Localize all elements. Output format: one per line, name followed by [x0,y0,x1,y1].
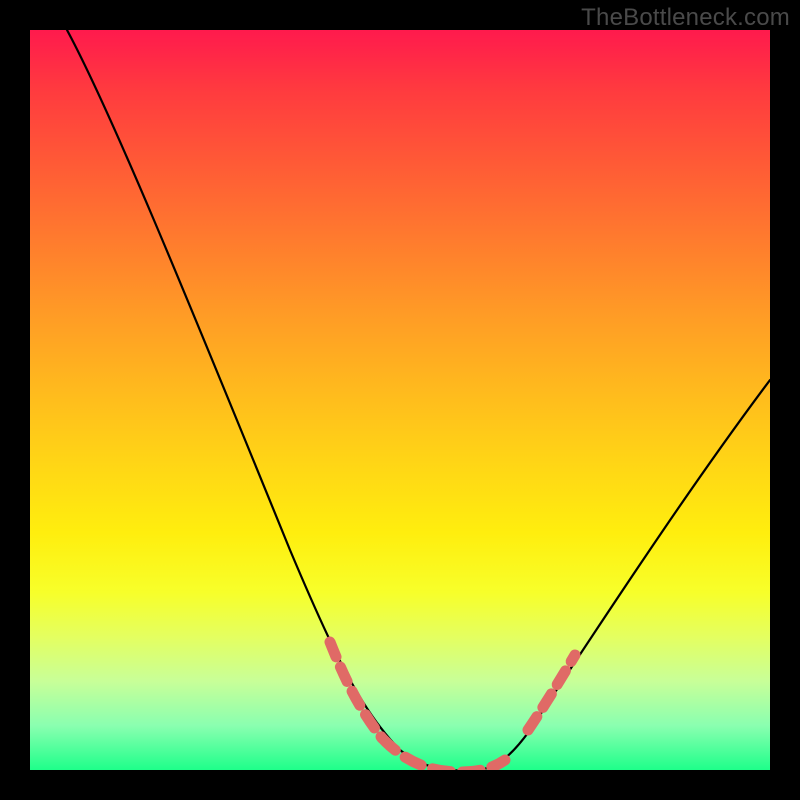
dash-segment-left [330,642,382,738]
watermark-text: TheBottleneck.com [581,4,790,32]
dash-segment-bottom [382,738,505,770]
plot-area [30,30,770,770]
bottleneck-curve-line [67,30,770,770]
curve-layer [30,30,770,770]
dash-segment-right [528,655,575,730]
chart-frame: TheBottleneck.com [0,0,800,800]
